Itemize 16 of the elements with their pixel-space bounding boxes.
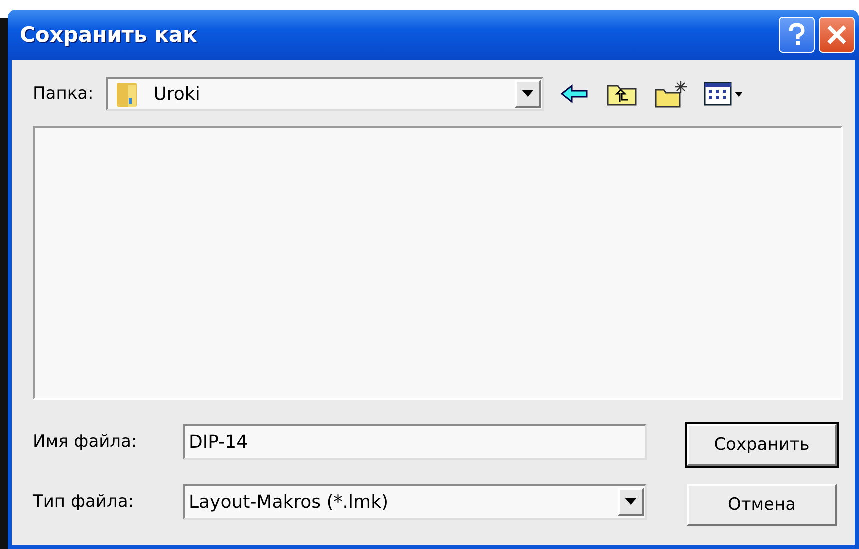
cancel-button[interactable]: Отмена (687, 484, 837, 526)
file-type-dropdown[interactable]: Layout-Makros (*.lmk) (183, 484, 647, 520)
folder-label: Папка: (33, 84, 94, 104)
file-name-field[interactable]: DIP-14 (183, 424, 647, 460)
new-folder-icon[interactable] (654, 80, 688, 108)
close-icon (826, 24, 848, 46)
folder-icon (116, 80, 138, 108)
window-title: Сохранить как (20, 23, 198, 47)
file-type-label: Тип файла: (33, 492, 135, 512)
help-button[interactable] (779, 17, 815, 53)
file-name-label: Имя файла: (33, 432, 138, 452)
view-menu-icon[interactable] (704, 81, 744, 107)
save-button[interactable]: Сохранить (687, 424, 837, 466)
folder-dropdown[interactable]: Uroki (106, 77, 544, 111)
back-arrow-icon[interactable] (560, 83, 590, 105)
close-button[interactable] (819, 17, 855, 53)
